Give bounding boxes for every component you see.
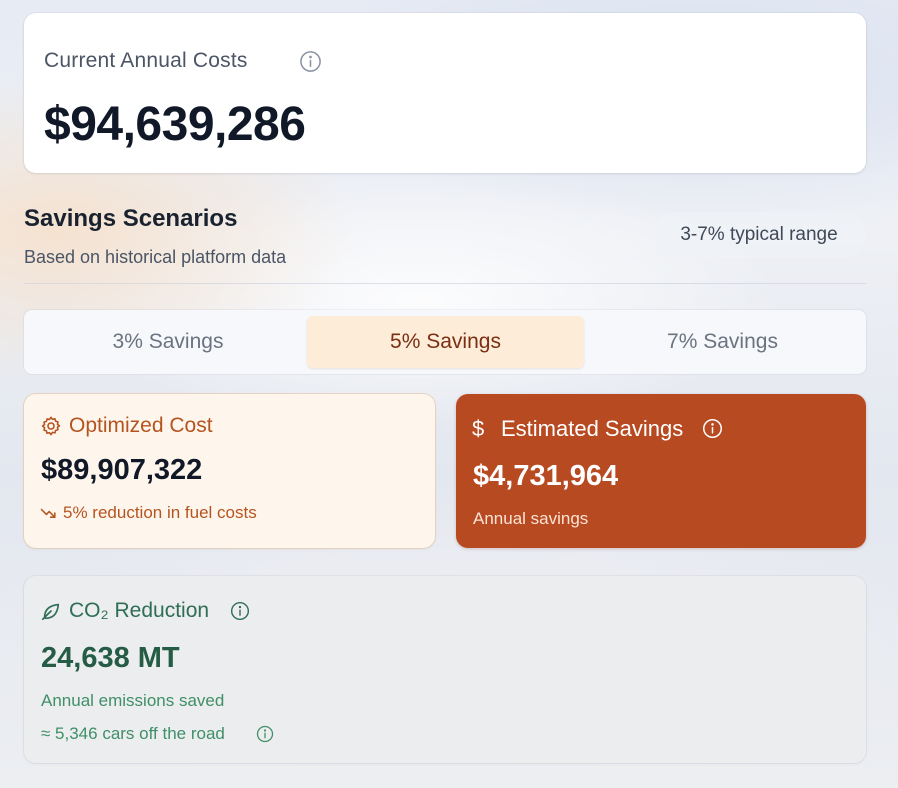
tab-5-percent-savings[interactable]: 5% Savings	[307, 316, 584, 368]
tab-3-percent-savings[interactable]: 3% Savings	[30, 316, 306, 368]
estimated-savings-note: Annual savings	[473, 509, 589, 528]
info-icon[interactable]	[230, 601, 250, 621]
gear-icon	[40, 415, 62, 437]
trending-down-icon	[40, 506, 57, 520]
optimized-cost-card: Optimized Cost $89,907,322 5% reduction …	[24, 394, 435, 548]
optimized-cost-value: $89,907,322	[41, 454, 203, 486]
info-icon[interactable]	[702, 418, 723, 439]
co2-reduction-card: CO₂ Reduction 24,638 MT Annual emissions…	[24, 576, 866, 763]
current-costs-card: Current Annual Costs $94,639,286	[24, 13, 866, 173]
co2-reduction-title: CO₂ Reduction	[69, 599, 210, 622]
tab-7-percent-savings[interactable]: 7% Savings	[585, 316, 860, 368]
cars-off-road-text: ≈ 5,346 cars off the road	[41, 724, 225, 743]
info-icon[interactable]	[256, 725, 274, 743]
estimated-savings-value: $4,731,964	[473, 460, 619, 492]
typical-range-badge: 3-7% typical range	[652, 212, 866, 258]
co2-reduction-note: Annual emissions saved	[41, 691, 225, 710]
divider	[24, 283, 866, 284]
optimized-cost-note: 5% reduction in fuel costs	[63, 503, 257, 522]
optimized-cost-title: Optimized Cost	[69, 414, 213, 437]
current-costs-label: Current Annual Costs	[44, 49, 248, 72]
dollar-icon: $	[472, 416, 485, 441]
estimated-savings-title: Estimated Savings	[501, 416, 684, 441]
current-costs-value: $94,639,286	[44, 98, 306, 151]
estimated-savings-card: $ Estimated Savings $4,731,964 Annual sa…	[456, 394, 866, 548]
scenarios-subtitle: Based on historical platform data	[24, 247, 287, 267]
co2-reduction-value: 24,638 MT	[41, 642, 180, 674]
savings-scenario-tabs: 3% Savings 5% Savings 7% Savings	[24, 310, 866, 374]
info-icon[interactable]	[299, 50, 322, 73]
scenarios-title: Savings Scenarios	[24, 205, 238, 232]
leaf-icon	[40, 600, 62, 622]
